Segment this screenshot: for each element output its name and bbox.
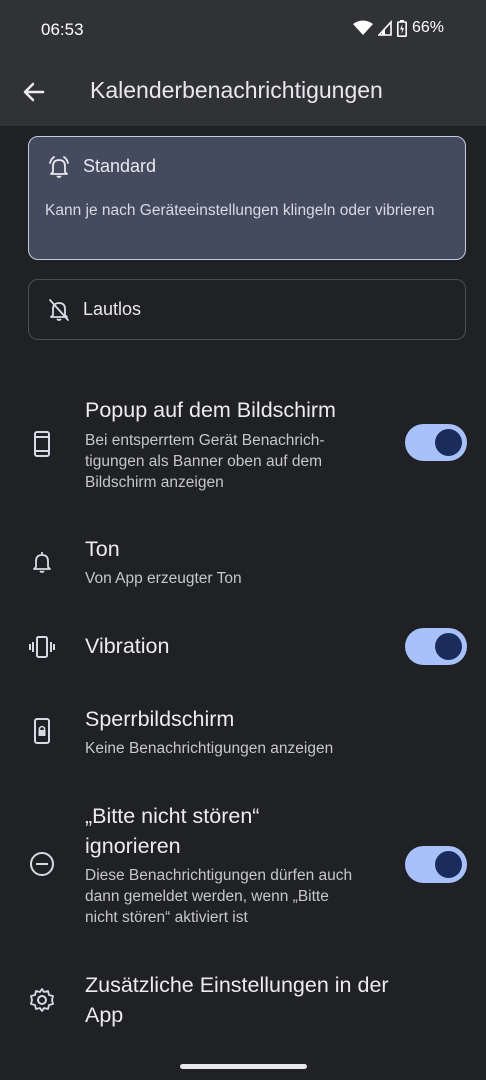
battery-percent: 66%	[411, 19, 444, 36]
mode-standard-label: Standard	[83, 156, 157, 176]
toggle-thumb	[435, 851, 462, 878]
app-bar: Kalenderbenachrichtigungen	[0, 60, 486, 126]
back-button[interactable]	[20, 78, 48, 106]
setting-dnd-title: „Bitte nicht stören“ ignorieren	[85, 804, 260, 858]
setting-lockscreen-subtitle: Keine Benachrichtigungen anzeigen	[85, 740, 334, 757]
setting-lockscreen-row[interactable]: Sperrbildschirm Keine Benachrichtigungen…	[0, 700, 486, 770]
setting-vibration-title: Vibration	[85, 634, 170, 658]
dnd-toggle[interactable]	[405, 846, 467, 883]
setting-lockscreen-title: Sperrbildschirm	[85, 707, 235, 731]
vibration-icon	[28, 633, 56, 661]
phone-lock-icon	[28, 717, 56, 745]
status-time: 06:53	[41, 20, 84, 39]
setting-sound-row[interactable]: Ton Von App erzeugter Ton	[0, 530, 486, 600]
do-not-disturb-icon	[28, 850, 56, 878]
status-bar: 06:53 66%	[0, 0, 486, 60]
setting-sound-subtitle: Von App erzeugter Ton	[85, 570, 242, 587]
setting-popup-row[interactable]: Popup auf dem Bildschirm Bei entsperrtem…	[0, 390, 486, 500]
popup-toggle[interactable]	[405, 424, 467, 461]
mode-standard-card[interactable]: Standard Kann je nach Geräteeinstellunge…	[28, 136, 466, 260]
bell-off-icon	[46, 297, 72, 323]
status-icons: 66%	[352, 19, 444, 37]
battery-icon	[396, 19, 407, 37]
page-title: Kalenderbenachrichtigungen	[90, 77, 383, 103]
gear-icon	[28, 986, 56, 1014]
setting-popup-subtitle: Bei entsperrtem Gerät Benachrich- tigung…	[85, 432, 325, 491]
bell-icon	[28, 548, 56, 576]
setting-additional-title: Zusätzliche Einstellungen in der App	[85, 973, 389, 1027]
arrow-back-icon	[23, 82, 45, 102]
vibration-toggle[interactable]	[405, 628, 467, 665]
mode-silent-label: Lautlos	[83, 299, 142, 319]
mode-standard-description: Kann je nach Geräteeinstellungen klingel…	[45, 202, 435, 219]
bell-ringing-icon	[46, 154, 72, 180]
wifi-icon	[352, 20, 373, 36]
phone-icon	[28, 430, 56, 458]
signal-icon	[377, 20, 392, 36]
setting-dnd-subtitle: Diese Benachrichtigungen dürfen auch dan…	[85, 867, 353, 926]
gesture-nav-bar[interactable]	[180, 1064, 307, 1069]
toggle-thumb	[435, 633, 462, 660]
setting-dnd-row[interactable]: „Bitte nicht stören“ ignorieren Diese Be…	[0, 800, 486, 930]
setting-sound-title: Ton	[85, 537, 120, 561]
mode-silent-card[interactable]: Lautlos	[28, 279, 466, 340]
setting-popup-title: Popup auf dem Bildschirm	[85, 398, 336, 422]
setting-additional-row[interactable]: Zusätzliche Einstellungen in der App	[0, 970, 486, 1035]
toggle-thumb	[435, 429, 462, 456]
setting-vibration-row[interactable]: Vibration	[0, 625, 486, 670]
